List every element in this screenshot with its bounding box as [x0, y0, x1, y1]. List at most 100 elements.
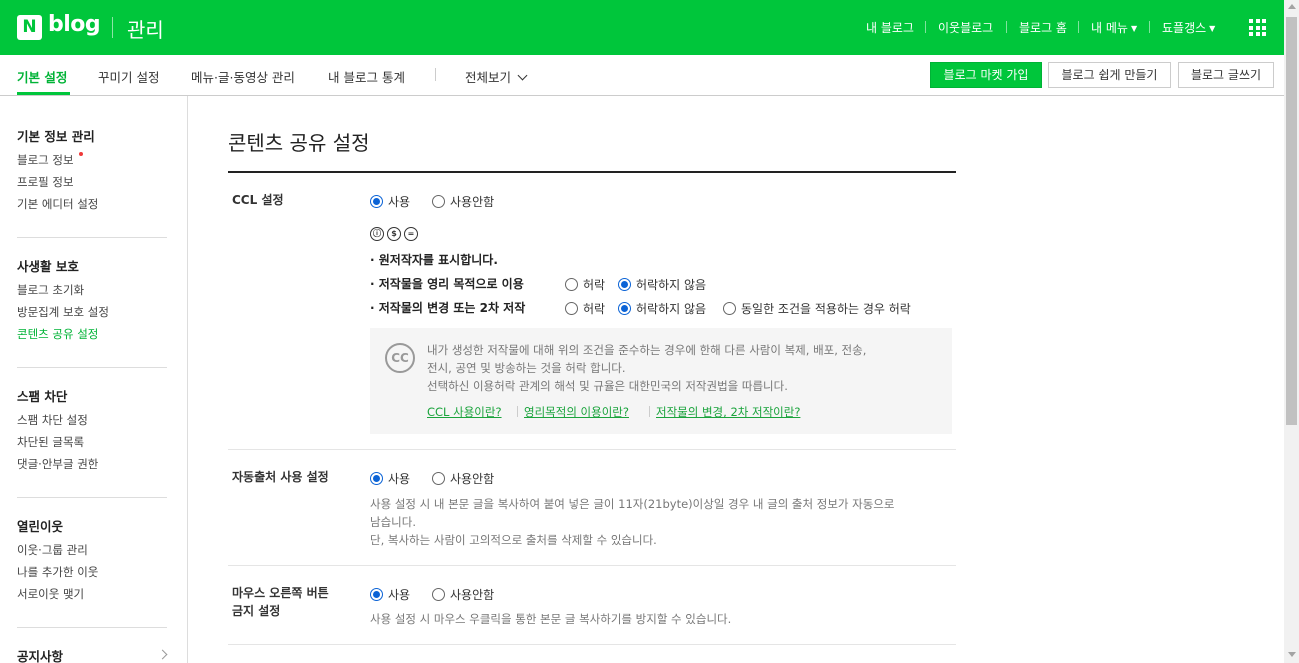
tab-blog-stats[interactable]: 내 블로그 통계: [328, 67, 405, 86]
sidebar-group-open-neighbors: 열린이웃: [17, 519, 64, 534]
write-post-button[interactable]: 블로그 글쓰기: [1178, 62, 1274, 88]
blog-logo[interactable]: blog: [48, 12, 101, 37]
nav-divider: [1149, 21, 1150, 33]
nav-my-menu-label: 내 메뉴: [1091, 21, 1128, 35]
scrollbar-thumb[interactable]: [1286, 17, 1297, 425]
sidebar-divider: [17, 627, 167, 628]
sidebar-divider: [17, 367, 167, 368]
tab-menu-post-video[interactable]: 메뉴·글·동영상 관리: [191, 67, 295, 86]
page-title: 콘텐츠 공유 설정: [228, 131, 370, 155]
scroll-down-arrow-icon[interactable]: [1288, 652, 1296, 657]
auto-source-label: 자동출처 사용 설정: [232, 470, 329, 484]
radio-selected-icon: [370, 472, 383, 485]
tab-divider: [435, 68, 436, 81]
active-tab-indicator: [17, 92, 70, 95]
ccl-attribution-text: · 원저작자를 표시합니다.: [370, 253, 498, 267]
radio-selected-icon: [370, 195, 383, 208]
easy-blog-create-button[interactable]: 블로그 쉽게 만들기: [1048, 62, 1171, 88]
row-divider: [228, 449, 956, 450]
sidebar-divider: [17, 497, 167, 498]
right-click-description: 사용 설정 시 마우스 우클릭을 통한 본문 글 복사하기를 방지할 수 있습니…: [370, 612, 732, 626]
right-click-label: 금지 설정: [232, 604, 281, 618]
auto-source-description: 사용 설정 시 내 본문 글을 복사하여 붙여 넣은 글이 11자(21byte…: [370, 497, 895, 511]
right-click-use-radio[interactable]: 사용: [370, 586, 410, 603]
top-bar: N blog 관리 내 블로그 이웃블로그 블로그 홈 내 메뉴 ▼ 됴플갱스 ▼: [0, 0, 1284, 55]
modify-share-alike-radio[interactable]: 동일한 조건을 적용하는 경우 허락: [723, 300, 911, 317]
tab-view-all[interactable]: 전체보기: [465, 67, 528, 86]
commercial-disallow-radio[interactable]: 허락하지 않음: [618, 276, 706, 293]
sidebar-item-comment-permission[interactable]: 댓글·안부글 권한: [17, 456, 98, 472]
radio-unselected-icon: [432, 588, 445, 601]
commercial-allow-radio[interactable]: 허락: [565, 276, 605, 293]
right-click-not-use-radio[interactable]: 사용안함: [432, 586, 494, 603]
sidebar-item-mutual-neighbor[interactable]: 서로이웃 맺기: [17, 586, 84, 602]
nav-user-name: 됴플갱스: [1162, 21, 1207, 35]
ccl-modify-label: · 저작물의 변경 또는 2차 저작: [370, 301, 526, 315]
naver-logo-icon[interactable]: N: [17, 15, 42, 40]
commercial-use-link[interactable]: 영리목적의 이용이란?: [524, 404, 629, 420]
radio-selected-icon: [618, 302, 631, 315]
auto-source-use-radio[interactable]: 사용: [370, 470, 410, 487]
ccl-what-link[interactable]: CCL 사용이란?: [427, 404, 502, 420]
sidebar-item-visit-protect[interactable]: 방문집계 보호 설정: [17, 304, 109, 320]
auto-source-not-use-radio[interactable]: 사용안함: [432, 470, 494, 487]
row-divider: [228, 565, 956, 566]
cc-noderivatives-icon: =: [404, 227, 418, 241]
radio-selected-icon: [370, 588, 383, 601]
ccl-not-use-radio[interactable]: 사용안함: [432, 193, 494, 210]
row-divider: [228, 644, 956, 645]
sidebar-item-spam-settings[interactable]: 스팸 차단 설정: [17, 412, 88, 428]
sidebar-item-blog-info[interactable]: 블로그 정보: [17, 152, 83, 168]
auto-source-description: 남습니다.: [370, 515, 416, 529]
sidebar-item-added-me[interactable]: 나를 추가한 이웃: [17, 564, 98, 580]
tab-view-all-label: 전체보기: [465, 70, 512, 85]
modify-allow-radio[interactable]: 허락: [565, 300, 605, 317]
radio-label: 동일한 조건을 적용하는 경우 허락: [741, 302, 911, 316]
cc-by-attribution-icon: ⓘ: [370, 227, 384, 241]
radio-label: 허락: [583, 302, 606, 316]
nav-my-blog[interactable]: 내 블로그: [866, 19, 914, 36]
blog-market-join-button[interactable]: 블로그 마켓 가입: [930, 62, 1042, 88]
radio-unselected-icon: [565, 278, 578, 291]
radio-unselected-icon: [432, 472, 445, 485]
nav-divider: [925, 21, 926, 33]
auto-source-description: 단, 복사하는 사람이 고의적으로 출처를 삭제할 수 있습니다.: [370, 533, 657, 547]
radio-label: 사용안함: [450, 195, 495, 209]
derivative-work-link[interactable]: 저작물의 변경, 2차 저작이란?: [656, 404, 800, 420]
sidebar-group-privacy: 사생활 보호: [17, 259, 79, 274]
nav-my-menu[interactable]: 내 메뉴 ▼: [1091, 19, 1137, 36]
modify-disallow-radio[interactable]: 허락하지 않음: [618, 300, 706, 317]
radio-label: 사용안함: [450, 588, 495, 602]
new-indicator-dot: [78, 152, 83, 156]
sidebar-group-notices[interactable]: 공지사항: [17, 646, 63, 663]
nav-blog-home[interactable]: 블로그 홈: [1019, 19, 1067, 36]
scroll-up-arrow-icon[interactable]: [1288, 4, 1296, 9]
tab-basic-settings[interactable]: 기본 설정: [17, 67, 67, 86]
nav-user-menu[interactable]: 됴플갱스 ▼: [1162, 19, 1215, 36]
sidebar-item-blog-reset[interactable]: 블로그 초기화: [17, 282, 84, 298]
ccl-commercial-label: · 저작물을 영리 목적으로 이용: [370, 277, 524, 291]
radio-label: 허락하지 않음: [636, 302, 707, 316]
tab-decorate-settings[interactable]: 꾸미기 설정: [98, 67, 159, 86]
section-title[interactable]: 관리: [127, 14, 164, 43]
sidebar-item-content-share[interactable]: 콘텐츠 공유 설정: [17, 326, 98, 342]
ccl-use-radio[interactable]: 사용: [370, 193, 410, 210]
radio-label: 허락: [583, 278, 606, 292]
settings-tab-bar: 기본 설정 꾸미기 설정 메뉴·글·동영상 관리 내 블로그 통계 전체보기 블…: [0, 55, 1284, 96]
sidebar-item-profile-info[interactable]: 프로필 정보: [17, 174, 74, 190]
sidebar-item-blocked-posts[interactable]: 차단된 글목록: [17, 434, 84, 450]
sidebar-item-neighbor-groups[interactable]: 이웃·그룹 관리: [17, 542, 88, 558]
sidebar-item-default-editor[interactable]: 기본 에디터 설정: [17, 196, 98, 212]
apps-grid-icon[interactable]: [1249, 19, 1266, 36]
creative-commons-icon: CC: [385, 343, 415, 373]
link-divider: [517, 406, 518, 417]
ccl-license-icons: ⓘ $ =: [370, 227, 418, 241]
radio-label: 사용: [388, 195, 411, 209]
nav-neighbor-blog[interactable]: 이웃블로그: [938, 19, 993, 36]
logo-divider: [112, 17, 113, 38]
caret-down-icon: ▼: [1209, 24, 1216, 33]
radio-selected-icon: [618, 278, 631, 291]
ccl-info-line: 선택하신 이용허락 관계의 해석 및 규율은 대한민국의 저작권법을 따릅니다.: [427, 379, 788, 393]
right-click-label: 마우스 오른쪽 버튼: [232, 586, 329, 600]
title-divider: [228, 171, 956, 173]
